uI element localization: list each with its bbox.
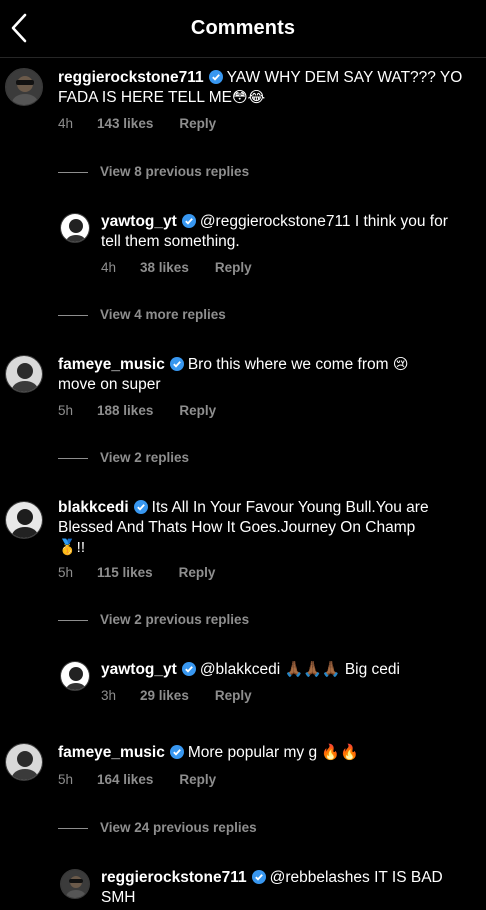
view-replies-button[interactable]: View 24 previous replies bbox=[58, 820, 257, 835]
timestamp: 4h bbox=[101, 260, 117, 275]
emoji: 🙏🏾🙏🏾🙏🏾 bbox=[284, 661, 341, 678]
avatar[interactable] bbox=[5, 355, 43, 393]
emoji: 🔥🔥 bbox=[321, 744, 359, 761]
avatar[interactable] bbox=[60, 213, 90, 243]
view-replies-label: View 24 previous replies bbox=[100, 820, 257, 835]
comment-text-continued: Big cedi bbox=[344, 661, 400, 678]
view-replies-button[interactable]: View 2 previous replies bbox=[58, 612, 249, 627]
view-replies-label: View 2 replies bbox=[100, 450, 190, 465]
view-replies-button[interactable]: View 4 more replies bbox=[58, 307, 226, 322]
divider-line bbox=[58, 827, 88, 829]
username[interactable]: yawtog_yt bbox=[101, 661, 177, 678]
reply-button[interactable]: Reply bbox=[179, 772, 216, 787]
comment-meta: 5h 115 likes Reply bbox=[58, 565, 241, 580]
avatar[interactable] bbox=[60, 661, 90, 691]
timestamp: 5h bbox=[58, 403, 74, 418]
avatar[interactable] bbox=[60, 869, 90, 899]
reply-button[interactable]: Reply bbox=[179, 403, 216, 418]
view-replies-label: View 4 more replies bbox=[100, 307, 226, 322]
comment-meta: 3h 29 likes Reply bbox=[101, 688, 278, 703]
reply-button[interactable]: Reply bbox=[215, 688, 252, 703]
view-replies-button[interactable]: View 8 previous replies bbox=[58, 164, 249, 179]
comment-text: Bro this where we come from bbox=[187, 356, 389, 373]
reply-button[interactable]: Reply bbox=[179, 565, 216, 580]
reply-button[interactable]: Reply bbox=[179, 116, 216, 131]
username[interactable]: yawtog_yt bbox=[101, 213, 177, 230]
view-replies-label: View 8 previous replies bbox=[100, 164, 250, 179]
reply-button[interactable]: Reply bbox=[215, 260, 252, 275]
comment-text-continued: move on super bbox=[58, 376, 161, 393]
divider-line bbox=[58, 619, 88, 621]
verified-badge-icon bbox=[251, 870, 266, 884]
likes-count[interactable]: 143 likes bbox=[97, 116, 153, 131]
page-title: Comments bbox=[190, 17, 296, 39]
header: Comments bbox=[0, 0, 486, 58]
comment-meta: 4h 38 likes Reply bbox=[101, 260, 278, 275]
avatar[interactable] bbox=[5, 743, 43, 781]
username[interactable]: blakkcedi bbox=[58, 499, 129, 516]
likes-count[interactable]: 188 likes bbox=[97, 403, 153, 418]
comment-meta: 5h 188 likes Reply bbox=[58, 403, 242, 418]
divider-line bbox=[58, 314, 88, 316]
likes-count[interactable]: 38 likes bbox=[140, 260, 189, 275]
timestamp: 3h bbox=[101, 688, 117, 703]
emoji: 😳😂 bbox=[232, 89, 266, 106]
timestamp: 5h bbox=[58, 565, 74, 580]
divider-line bbox=[58, 457, 88, 459]
verified-badge-icon bbox=[169, 357, 184, 371]
comment-meta: 4h 143 likes Reply bbox=[58, 116, 242, 131]
verified-badge-icon bbox=[133, 500, 148, 514]
username[interactable]: fameye_music bbox=[58, 356, 165, 373]
comment-text: @blakkcedi bbox=[199, 661, 281, 678]
verified-badge-icon bbox=[169, 745, 184, 759]
username[interactable]: fameye_music bbox=[58, 744, 165, 761]
likes-count[interactable]: 29 likes bbox=[140, 688, 189, 703]
timestamp: 5h bbox=[58, 772, 74, 787]
username[interactable]: reggierockstone711 bbox=[101, 869, 247, 886]
verified-badge-icon bbox=[181, 662, 196, 676]
comment-meta: 5h 164 likes Reply bbox=[58, 772, 242, 787]
avatar[interactable] bbox=[5, 501, 43, 539]
username[interactable]: reggierockstone711 bbox=[58, 69, 204, 86]
comment-text: More popular my g bbox=[187, 744, 318, 761]
verified-badge-icon bbox=[208, 70, 223, 84]
timestamp: 4h bbox=[58, 116, 74, 131]
view-replies-button[interactable]: View 2 replies bbox=[58, 450, 189, 465]
verified-badge-icon bbox=[181, 214, 196, 228]
emoji: 😢 bbox=[392, 356, 409, 373]
emoji: 🥇!! bbox=[58, 539, 86, 556]
likes-count[interactable]: 115 likes bbox=[97, 565, 153, 580]
avatar[interactable] bbox=[5, 68, 43, 106]
likes-count[interactable]: 164 likes bbox=[97, 772, 153, 787]
view-replies-label: View 2 previous replies bbox=[100, 612, 250, 627]
divider-line bbox=[58, 171, 88, 173]
